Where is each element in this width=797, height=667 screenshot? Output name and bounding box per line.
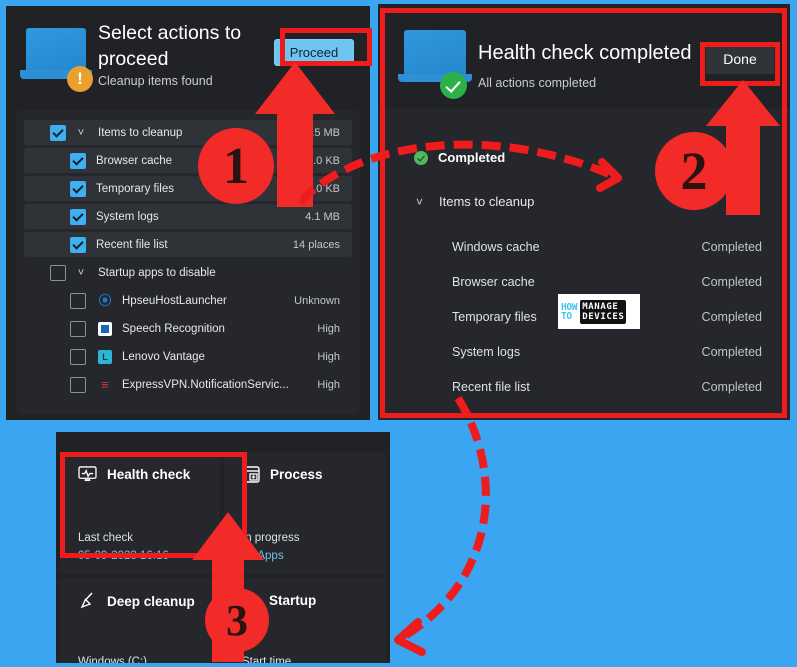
list-item-label: Lenovo Vantage <box>122 350 205 363</box>
checkbox[interactable] <box>50 124 66 141</box>
list-item-label: Recent file list <box>96 238 168 251</box>
list-item[interactable]: ⦿ HpseuHostLauncher Unknown <box>24 288 352 313</box>
annotation-box-proceed <box>280 28 372 66</box>
list-item-value: High <box>317 378 340 391</box>
list-item[interactable]: ≡ ExpressVPN.NotificationServic... High <box>24 372 352 397</box>
list-item-value: Unknown <box>294 294 340 307</box>
checkbox[interactable] <box>70 180 86 197</box>
list-item-value: High <box>317 350 340 363</box>
checkbox[interactable] <box>70 376 86 393</box>
list-group-label: Items to cleanup <box>98 126 183 139</box>
tile-title: Startup <box>269 593 317 608</box>
annotation-dashed-arrow-top <box>300 140 622 205</box>
annotation-step-1: 1 <box>198 128 274 204</box>
expressvpn-icon: ≡ <box>101 376 109 392</box>
checkbox[interactable] <box>70 236 86 253</box>
broom-icon <box>80 592 93 609</box>
list-group-startup-apps[interactable]: ˅ Startup apps to disable <box>24 260 352 285</box>
list-item-label: Temporary files <box>96 182 174 195</box>
screenshot-stage: ! Select actions to proceed Cleanup item… <box>0 0 797 667</box>
hp-icon: ⦿ <box>98 292 112 308</box>
list-item-label: HpseuHostLauncher <box>122 294 227 307</box>
annotation-step-3: 3 <box>205 588 269 652</box>
tile-line1: Windows (C:) <box>78 656 148 663</box>
checkbox[interactable] <box>70 292 86 309</box>
list-item[interactable]: Speech Recognition High <box>24 316 352 341</box>
list-item-label: ExpressVPN.NotificationServic... <box>122 378 289 391</box>
lenovo-icon: L <box>98 349 112 364</box>
speech-recognition-icon <box>98 321 112 336</box>
annotation-dashed-arrow-bottom <box>394 395 490 656</box>
annotation-step-2: 2 <box>655 132 733 210</box>
chevron-down-icon[interactable]: ˅ <box>74 127 88 139</box>
checkbox[interactable] <box>70 152 86 169</box>
list-item[interactable]: L Lenovo Vantage High <box>24 344 352 369</box>
tile-title: Process <box>270 467 323 482</box>
checkbox[interactable] <box>70 348 86 365</box>
list-group-label: Startup apps to disable <box>98 266 216 279</box>
checkbox[interactable] <box>70 208 86 225</box>
checkbox[interactable] <box>70 320 86 337</box>
warning-badge-icon: ! <box>67 66 93 92</box>
list-item-label: System logs <box>96 210 159 223</box>
list-item-label: Browser cache <box>96 154 173 167</box>
page-subtitle: Cleanup items found <box>98 74 213 88</box>
chevron-down-icon[interactable]: ˅ <box>74 267 88 279</box>
laptop-warning-icon: ! <box>20 28 93 92</box>
list-item-label: Speech Recognition <box>122 322 225 335</box>
checkbox[interactable] <box>50 264 66 281</box>
list-item-value: High <box>317 322 340 335</box>
